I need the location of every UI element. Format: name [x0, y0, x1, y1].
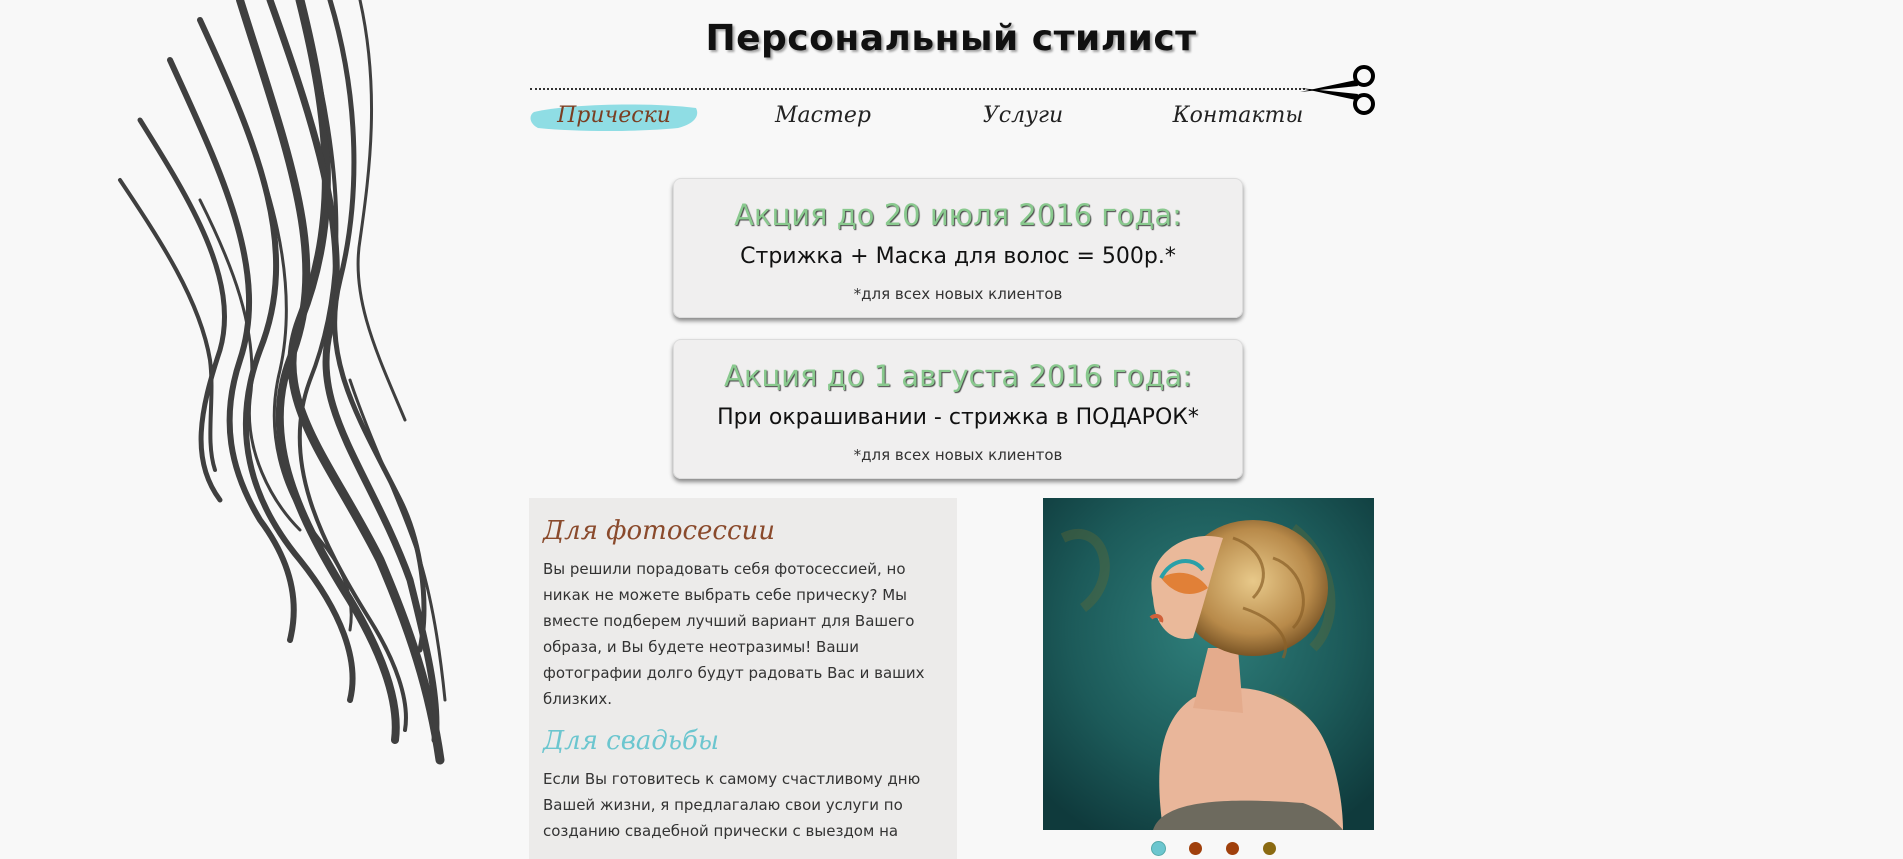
slider-dot[interactable] [1152, 842, 1165, 855]
hair-strand-image [118, 0, 447, 765]
section-heading-wedding: Для свадьбы [543, 726, 720, 756]
nav-label: Прически [557, 103, 671, 128]
promo-card: Акция до 1 августа 2016 года: При окраши… [673, 339, 1243, 479]
nav-item-services[interactable]: Услуги [968, 96, 1078, 136]
nav-item-hairstyles[interactable]: Прически [528, 96, 700, 136]
section-heading-photoshoot: Для фотосессии [543, 516, 776, 546]
section-text-wedding: Если Вы готовитесь к самому счастливому … [543, 770, 921, 840]
nav-label: Контакты [1172, 103, 1304, 128]
hairstyle-photo-slide [1043, 498, 1374, 830]
nav-label: Услуги [982, 103, 1064, 128]
slider-dot[interactable] [1263, 842, 1276, 855]
promo-note: *для всех новых клиентов [853, 285, 1063, 303]
slider-dot[interactable] [1226, 842, 1239, 855]
services-text-panel: Для фотосессии Вы решили порадовать себя… [529, 498, 957, 859]
promo-title: Акция до 20 июля 2016 года: [734, 198, 1182, 232]
promo-card: Акция до 20 июля 2016 года: Стрижка + Ма… [673, 178, 1243, 318]
slider-dot[interactable] [1189, 842, 1202, 855]
promo-title: Акция до 1 августа 2016 года: [724, 359, 1192, 393]
promo-note: *для всех новых клиентов [853, 446, 1063, 464]
nav-label: Мастер [775, 103, 871, 128]
nav-item-contacts[interactable]: Контакты [1168, 96, 1308, 136]
promo-offer: При окрашивании - стрижка в ПОДАРОК* [717, 405, 1199, 430]
promo-offer: Стрижка + Маска для волос = 500р.* [740, 244, 1176, 269]
dotted-divider [530, 88, 1305, 90]
nav-item-master[interactable]: Мастер [768, 96, 878, 136]
section-text-photoshoot: Вы решили порадовать себя фотосессией, н… [543, 560, 925, 708]
main-nav: Прически Мастер Услуги Контакты [528, 96, 1328, 136]
site-title: Персональный стилист [705, 18, 1197, 59]
